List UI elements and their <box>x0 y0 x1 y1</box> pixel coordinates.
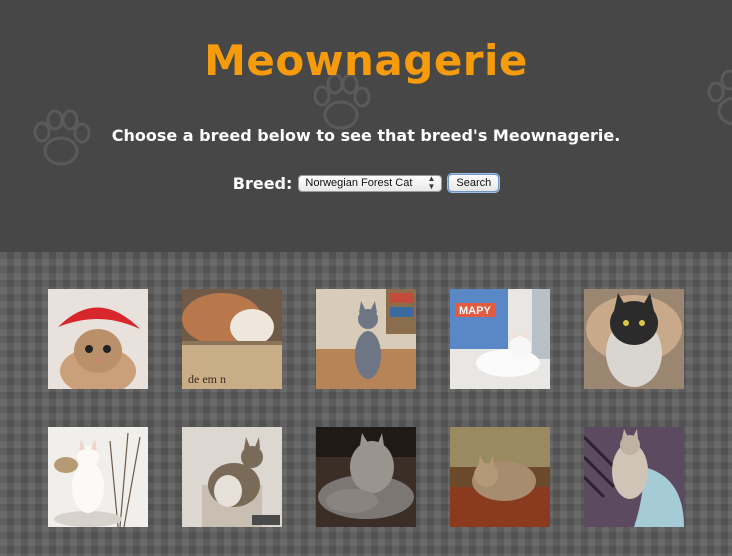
breed-label: Breed: <box>232 173 293 193</box>
select-arrows-icon: ▲ ▼ <box>427 174 436 191</box>
svg-text:MAPY: MAPY <box>459 305 491 317</box>
cat-photo-white-branches[interactable] <box>48 427 148 527</box>
cat-photo-box[interactable]: de em n <box>182 289 282 389</box>
page-title: Meownagerie <box>204 36 528 85</box>
search-button[interactable]: Search <box>448 174 500 192</box>
cat-photo-white-window[interactable]: MAPY <box>450 289 550 389</box>
breed-select-value: Norwegian Forest Cat <box>305 177 413 189</box>
breed-search-form: Breed: Norwegian Forest Cat ▲ ▼ Search <box>0 172 732 194</box>
cat-photo-black-bed[interactable] <box>584 289 684 389</box>
cat-photo-red-hat[interactable] <box>48 289 148 389</box>
cat-photo-tabby-standing[interactable] <box>182 427 282 527</box>
breed-select[interactable]: Norwegian Forest Cat ▲ ▼ <box>298 174 443 192</box>
cat-photo-gray-floor[interactable] <box>316 289 416 389</box>
header: Meownagerie Choose a breed below to see … <box>0 0 732 252</box>
page-subtitle: Choose a breed below to see that breed's… <box>111 126 621 145</box>
cat-photo-orange-floor[interactable] <box>450 427 550 527</box>
svg-text:de em n: de em n <box>188 372 226 386</box>
cat-photo-gray-rug[interactable] <box>316 427 416 527</box>
cat-photo-blanket[interactable] <box>584 427 684 527</box>
photo-gallery: de em n MAPY <box>0 252 732 556</box>
